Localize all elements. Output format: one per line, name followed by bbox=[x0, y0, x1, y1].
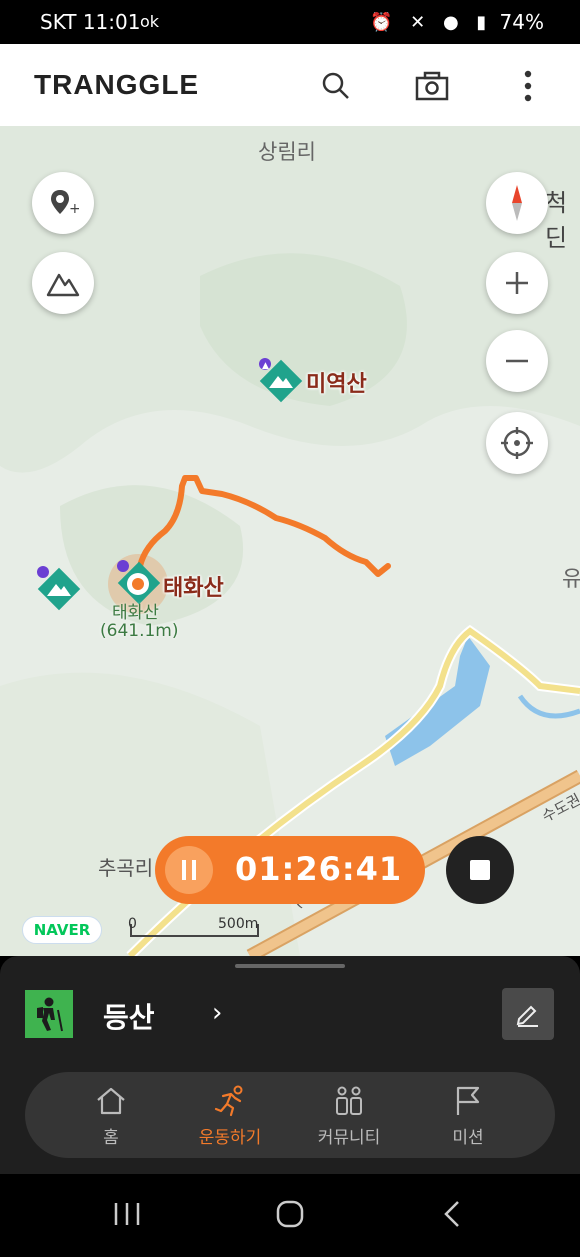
mountain-poi-icon bbox=[37, 566, 81, 611]
bottom-sheet: 등산 › 홈 운동하기 커뮤니티 미션 bbox=[0, 956, 580, 1174]
crosshair-icon bbox=[501, 427, 533, 459]
stop-icon bbox=[470, 860, 490, 880]
mountain-layer-button[interactable] bbox=[32, 252, 94, 314]
map-label-village: 상림리 bbox=[258, 140, 316, 164]
scale-zero: 0 bbox=[128, 916, 137, 932]
search-button[interactable] bbox=[314, 64, 358, 108]
recent-apps-icon bbox=[114, 1203, 140, 1225]
peak-elevation: (641.1m) bbox=[100, 621, 179, 641]
map-label-village-2: 추곡리 bbox=[98, 856, 154, 880]
camera-button[interactable] bbox=[410, 64, 454, 108]
compass-icon bbox=[512, 185, 522, 221]
status-extra: ok bbox=[140, 12, 160, 31]
map-view[interactable]: 상림리 척딘 유 추곡리 (화성-광주) 수도권 + ▲ 미역산 태화산 태화산… bbox=[0, 126, 580, 956]
sheet-drag-handle[interactable] bbox=[235, 964, 345, 968]
pencil-icon bbox=[516, 1005, 538, 1027]
tab-workout[interactable]: 운동하기 bbox=[170, 1072, 290, 1158]
add-waypoint-button[interactable]: + bbox=[32, 172, 94, 234]
minus-icon bbox=[506, 359, 528, 363]
tab-community-label: 커뮤니티 bbox=[317, 1127, 381, 1148]
back-nav-button[interactable] bbox=[440, 1199, 464, 1233]
home-nav-button[interactable] bbox=[275, 1199, 305, 1233]
chevron-right-icon[interactable]: › bbox=[212, 998, 222, 1028]
pause-icon bbox=[182, 860, 196, 880]
activity-type-label[interactable]: 등산 bbox=[103, 996, 155, 1036]
workout-timer: 01:26:41 bbox=[155, 836, 425, 904]
home-circle-icon bbox=[276, 1200, 304, 1228]
more-menu-button[interactable] bbox=[506, 64, 550, 108]
scale-distance: 500m bbox=[218, 916, 259, 932]
battery-level: 74% bbox=[499, 10, 544, 34]
recent-apps-button[interactable] bbox=[112, 1200, 142, 1232]
flag-icon bbox=[456, 1086, 480, 1115]
add-location-icon: + bbox=[51, 190, 79, 217]
poi-mountain-marker-2[interactable] bbox=[34, 566, 82, 614]
pause-button[interactable] bbox=[165, 846, 213, 894]
status-bar: SKT 11:01 ok ⏰ ✕ ● ▮ 74% bbox=[0, 0, 580, 44]
app-logo: TRANGGLE bbox=[34, 69, 200, 100]
my-location-button[interactable] bbox=[486, 412, 548, 474]
map-canvas bbox=[0, 126, 580, 956]
edit-button[interactable] bbox=[502, 988, 554, 1040]
compass-button[interactable] bbox=[486, 172, 548, 234]
status-icons: ⏰ ✕ ● ▮ bbox=[370, 12, 493, 33]
back-icon bbox=[444, 1201, 459, 1227]
hiker-icon bbox=[37, 997, 63, 1032]
mountain-icon bbox=[46, 273, 80, 297]
more-vertical-icon bbox=[524, 70, 532, 102]
map-provider-logo: NAVER bbox=[22, 916, 102, 944]
map-label-right-2: 유 bbox=[562, 567, 580, 592]
home-icon bbox=[97, 1087, 125, 1114]
search-icon bbox=[322, 72, 349, 99]
timer-elapsed: 01:26:41 bbox=[235, 850, 403, 888]
camera-icon bbox=[415, 71, 449, 101]
mountain-poi-icon: ▲ bbox=[259, 358, 303, 403]
svg-text:+: + bbox=[69, 201, 79, 217]
people-icon bbox=[336, 1086, 362, 1115]
tab-community[interactable]: 커뮤니티 bbox=[289, 1072, 409, 1158]
map-label-right: 척딘 bbox=[545, 189, 568, 252]
zoom-in-button[interactable] bbox=[486, 252, 548, 314]
tab-home-label: 홈 bbox=[103, 1127, 119, 1148]
tab-bar: 홈 운동하기 커뮤니티 미션 bbox=[25, 1072, 555, 1158]
poi-label-miyeoksan: 미역산 bbox=[306, 372, 367, 397]
poi-mountain-marker[interactable]: ▲ bbox=[256, 358, 304, 406]
tab-workout-label: 운동하기 bbox=[198, 1127, 262, 1148]
plus-icon bbox=[506, 272, 528, 294]
system-nav-bar bbox=[0, 1174, 580, 1257]
svg-text:▲: ▲ bbox=[262, 361, 269, 371]
poi-label-taehwasan: 태화산 bbox=[163, 576, 224, 601]
peak-name: 태화산 bbox=[112, 603, 159, 623]
tab-mission-label: 미션 bbox=[452, 1127, 484, 1148]
app-header: TRANGGLE bbox=[0, 44, 580, 126]
stop-button[interactable] bbox=[446, 836, 514, 904]
tab-mission[interactable]: 미션 bbox=[408, 1072, 528, 1158]
status-carrier-time: SKT 11:01 bbox=[40, 10, 141, 34]
activity-type-icon bbox=[25, 990, 73, 1038]
zoom-out-button[interactable] bbox=[486, 330, 548, 392]
tab-home[interactable]: 홈 bbox=[51, 1072, 171, 1158]
running-icon bbox=[214, 1085, 243, 1116]
